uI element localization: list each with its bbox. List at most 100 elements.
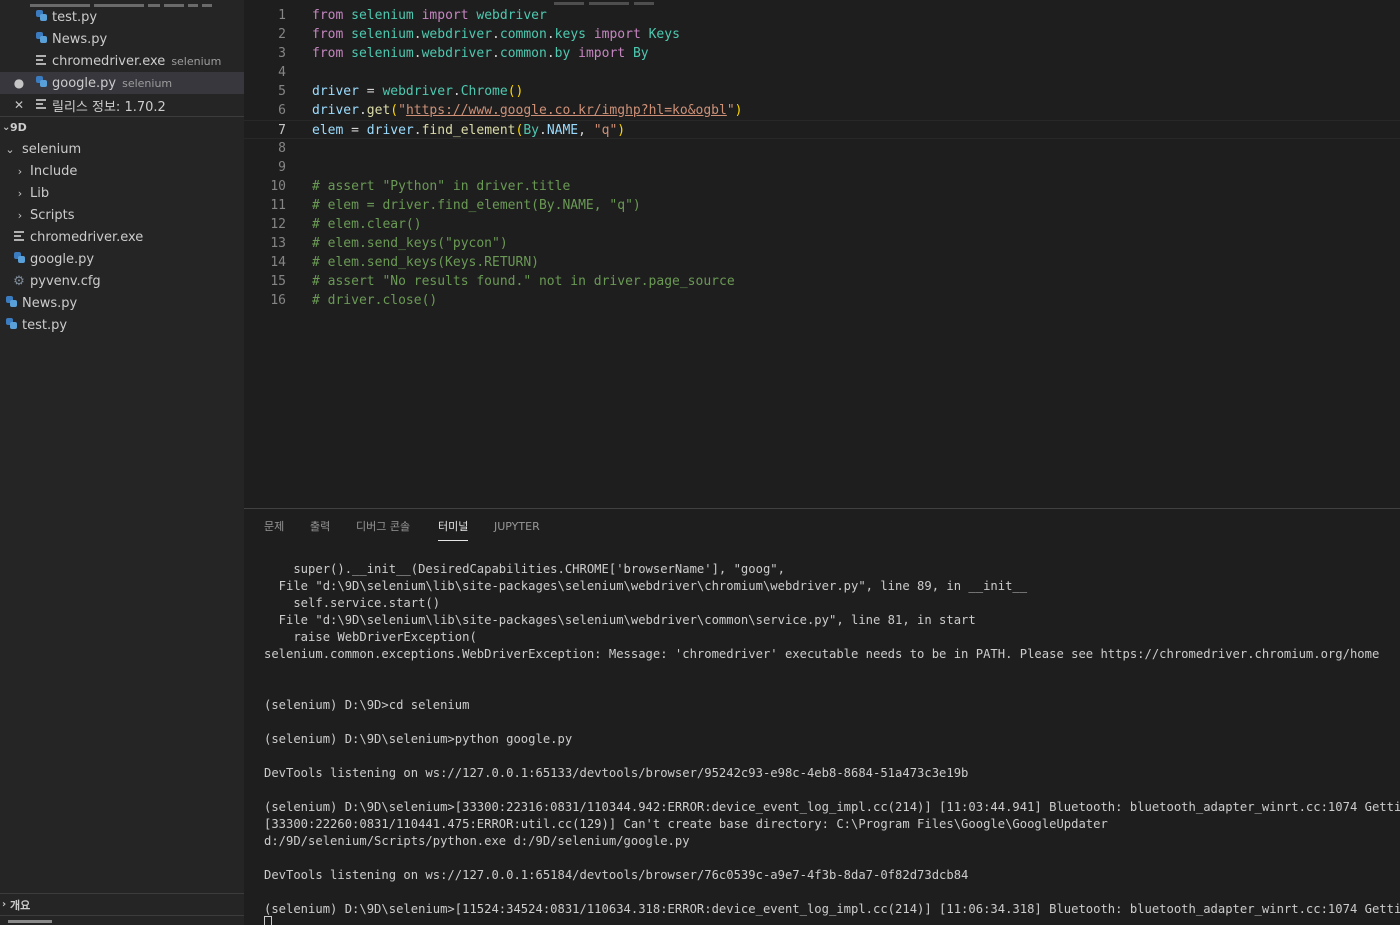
terminal-line: File "d:\9D\selenium\lib\site-packages\s… — [264, 613, 976, 627]
code-token: ) — [734, 103, 743, 118]
panel-tab[interactable]: JUPYTER — [494, 519, 540, 541]
code-token: driver — [366, 123, 414, 138]
timeline-section-header[interactable] — [0, 915, 244, 925]
code-token: selenium — [351, 46, 414, 61]
line-source: # assert "No results found." not in driv… — [312, 272, 735, 291]
code-line[interactable]: 7 elem = driver.find_element(By.NAME, "q"… — [244, 120, 1400, 139]
line-number: 13 — [270, 236, 286, 251]
code-line[interactable]: 10 # assert "Python" in driver.title — [244, 177, 1400, 196]
terminal-line: selenium.common.exceptions.WebDriverExce… — [264, 647, 1380, 661]
close-icon[interactable]: ✕ — [10, 98, 28, 112]
panel-tabs: 문제 출력 디버그 콘솔 터미널 JUPYTER — [244, 509, 1400, 545]
code-line[interactable]: 3 from selenium.webdriver.common.by impor… — [244, 44, 1400, 63]
open-editor-item[interactable]: News.py — [0, 28, 244, 50]
open-editor-item[interactable]: chromedriver.exe selenium — [0, 50, 244, 72]
line-number: 6 — [278, 103, 286, 118]
code-token: . — [413, 46, 422, 61]
panel-tab[interactable]: 문제 — [264, 519, 284, 541]
code-line[interactable]: 8 — [244, 139, 1400, 158]
code-line[interactable]: 12 # elem.clear() — [244, 215, 1400, 234]
tree-item-include[interactable]: › Include — [0, 160, 244, 182]
explorer-sidebar: test.py News.py chromedriver.exe selenium ● g… — [0, 0, 244, 925]
code-line[interactable]: 16 # driver.close() — [244, 291, 1400, 310]
tree-item-selenium[interactable]: ⌄ selenium — [0, 138, 244, 160]
line-number: 16 — [270, 293, 286, 308]
code-token: # elem.send_keys("pycon") — [312, 236, 508, 251]
open-editor-item[interactable]: ✕ 릴리스 정보: 1.70.2 — [0, 94, 244, 116]
line-number: 4 — [278, 65, 286, 80]
tree-item-google-py[interactable]: google.py — [0, 248, 244, 270]
terminal-line: File "d:\9D\selenium\lib\site-packages\s… — [264, 579, 1028, 593]
file-name: google.py — [52, 75, 117, 91]
open-editor-label: google.py selenium — [52, 76, 172, 91]
tree-item-lib[interactable]: › Lib — [0, 182, 244, 204]
line-number: 12 — [270, 217, 286, 232]
code-line[interactable]: 14 # elem.send_keys(Keys.RETURN) — [244, 253, 1400, 272]
tree-item-chromedriver-exe[interactable]: chromedriver.exe — [0, 226, 244, 248]
code-token: # elem.send_keys(Keys.RETURN) — [312, 255, 539, 270]
code-token: webdriver — [421, 46, 493, 61]
code-line[interactable]: 1 from selenium import webdriver — [244, 6, 1400, 25]
python-icon — [34, 75, 48, 91]
file-folder-desc: selenium — [122, 76, 173, 90]
code-line[interactable]: 11 # elem = driver.find_element(By.NAME, … — [244, 196, 1400, 215]
code-line[interactable]: 2 from selenium.webdriver.common.keys imp… — [244, 25, 1400, 44]
code-token: get — [366, 103, 391, 118]
code-token: "q" — [593, 123, 618, 138]
line-source: # elem.clear() — [312, 215, 422, 234]
code-line[interactable]: 6 driver.get("https://www.google.co.kr/im… — [244, 101, 1400, 120]
code-token: # assert "No results found." not in driv… — [312, 274, 735, 289]
tree-item-pyvenv-cfg[interactable]: ⚙ pyvenv.cfg — [0, 270, 244, 292]
open-editor-label: test.py — [52, 10, 97, 25]
line-source: driver.get("https://www.google.co.kr/img… — [312, 101, 743, 120]
terminal-line: (selenium) D:\9D>cd selenium — [264, 698, 470, 712]
code-token: webdriver — [476, 8, 547, 23]
open-editor-item[interactable]: test.py — [0, 6, 244, 28]
open-editor-item[interactable]: ● google.py selenium — [0, 72, 244, 94]
clipped-row — [30, 0, 240, 7]
code-token: . — [492, 27, 500, 42]
tree-item-test-py[interactable]: test.py — [0, 314, 244, 336]
code-token: elem — [312, 123, 344, 138]
tree-item-scripts[interactable]: › Scripts — [0, 204, 244, 226]
code-token: https://www.google.co.kr/imghp?hl=ko&ogb… — [405, 103, 727, 118]
terminal-line: [33300:22260:0831/110441.475:ERROR:util.… — [264, 817, 1108, 831]
line-source: # elem = driver.find_element(By.NAME, "q… — [312, 196, 641, 215]
folder-title: 9D — [10, 121, 27, 134]
chevron-down-icon: ⌄ — [2, 122, 11, 133]
terminal-line: super().__init__(DesiredCapabilities.CHR… — [264, 562, 785, 576]
code-token: " — [398, 103, 406, 118]
code-token: . — [413, 27, 422, 42]
line-source: from selenium.webdriver.common.keys impo… — [312, 25, 680, 44]
panel-tab[interactable]: 디버그 콘솔 — [356, 519, 410, 541]
line-number: 10 — [270, 179, 286, 194]
line-source: # assert "Python" in driver.title — [312, 177, 570, 196]
python-icon — [34, 9, 48, 25]
panel-tab[interactable]: 출력 — [310, 519, 330, 541]
python-icon — [4, 317, 18, 333]
code-line[interactable]: 5 driver = webdriver.Chrome() — [244, 82, 1400, 101]
open-editor-label: 릴리스 정보: 1.70.2 — [52, 96, 166, 115]
code-token: () — [507, 84, 524, 99]
explorer-folder-header[interactable]: ⌄ 9D — [0, 116, 244, 138]
code-line[interactable]: 15 # assert "No results found." not in dr… — [244, 272, 1400, 291]
python-icon — [34, 31, 48, 47]
code-line[interactable]: 9 — [244, 158, 1400, 177]
code-token: , — [578, 123, 594, 138]
tree-item-label: News.py — [22, 295, 78, 311]
python-icon — [4, 295, 18, 311]
code-line[interactable]: 13 # elem.send_keys("pycon") — [244, 234, 1400, 253]
code-editor[interactable]: 1 from selenium import webdriver 2 from sel… — [244, 0, 1400, 508]
code-token: . — [539, 123, 547, 138]
outline-section-header[interactable]: › 개요 — [0, 893, 244, 915]
terminal-output[interactable]: super().__init__(DesiredCapabilities.CHR… — [264, 561, 1400, 925]
line-number: 1 — [278, 8, 286, 23]
tree-item-news-py[interactable]: News.py — [0, 292, 244, 314]
code-line[interactable]: 4 — [244, 63, 1400, 82]
panel-tab[interactable]: 터미널 — [438, 519, 469, 541]
